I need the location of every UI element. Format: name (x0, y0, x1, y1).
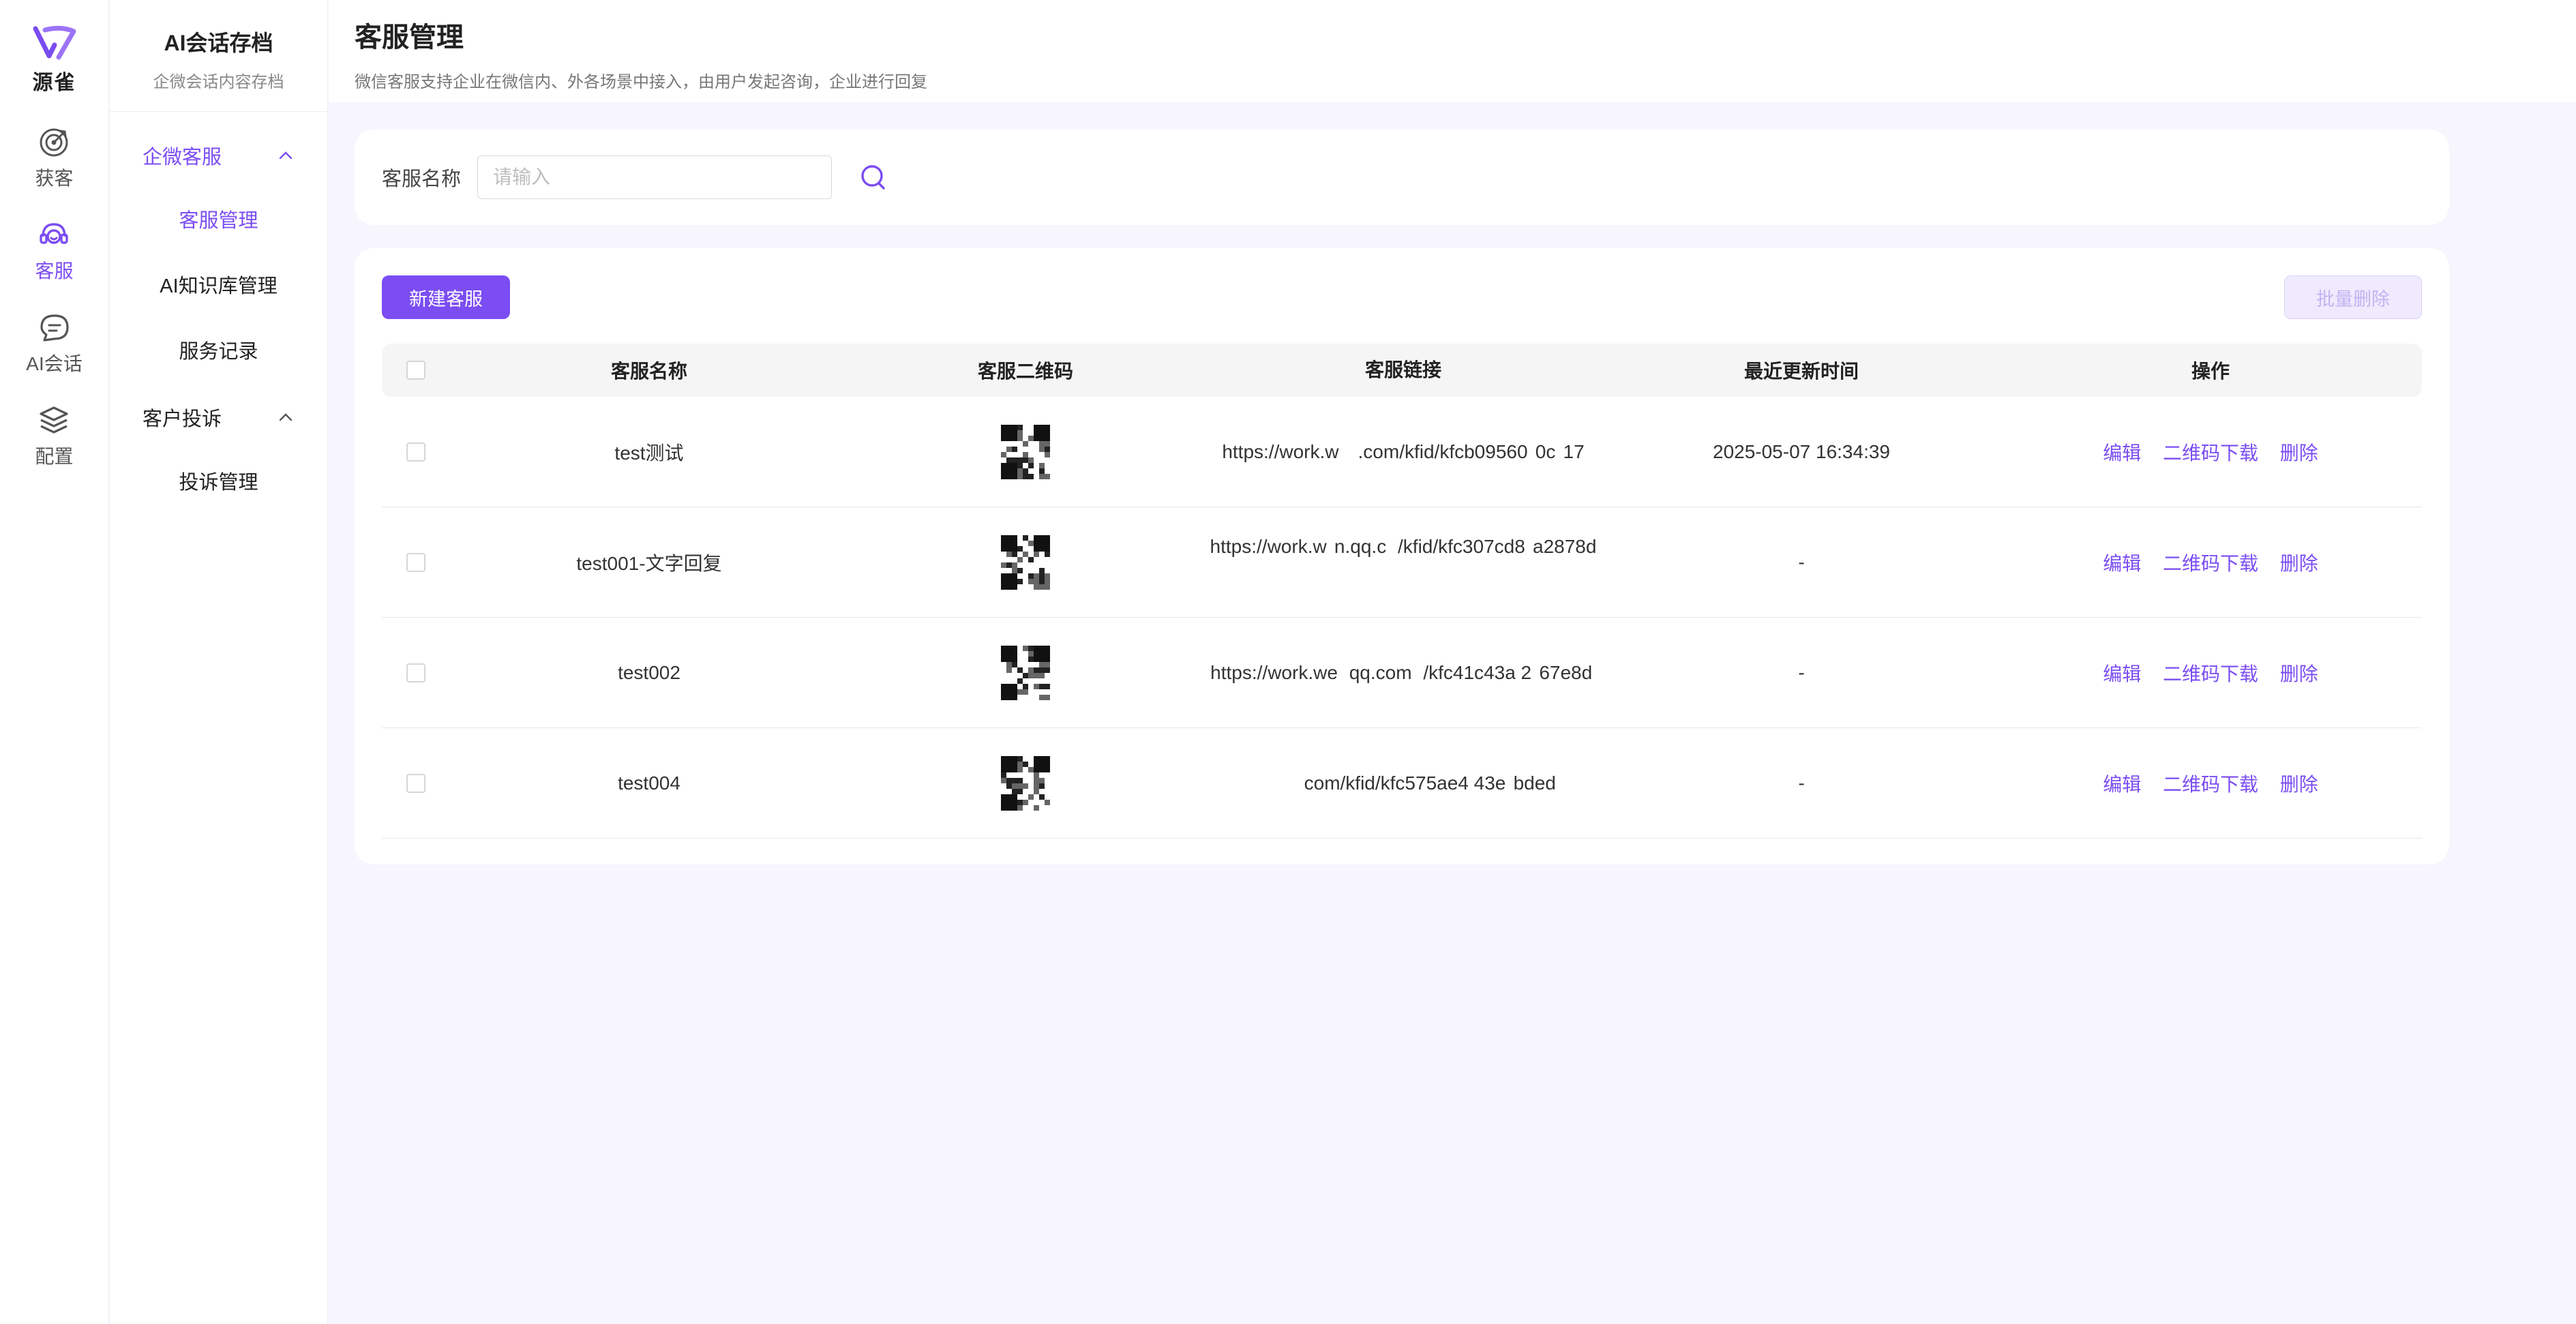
table-card: 新建客服 批量删除 客服名称 客服二维码 客服链接 最近更新时间 操作 test… (355, 248, 2449, 864)
page-header: 客服管理 微信客服支持企业在微信内、外各场景中接入，由用户发起咨询，企业进行回复 (329, 0, 2576, 102)
row-checkbox[interactable] (406, 442, 425, 462)
qr-download-button[interactable]: 二维码下载 (2163, 663, 2258, 684)
rail-item-ai-chat[interactable]: AI会话 (26, 311, 83, 376)
rail-item-acquire[interactable]: 获客 (35, 125, 74, 191)
qr-code-icon[interactable] (998, 753, 1053, 813)
search-button[interactable] (856, 161, 889, 194)
submenu-subtitle: 企微会话内容存档 (153, 73, 284, 91)
row-name: test002 (618, 661, 680, 683)
row-checkbox[interactable] (406, 552, 425, 572)
column-header-name: 客服名称 (610, 361, 687, 382)
row-actions: 编辑 二维码下载 删除 (1999, 770, 2422, 797)
qr-download-button[interactable]: 二维码下载 (2163, 774, 2258, 795)
table-row: test002 https://work.we qq.com /kfc41c43… (382, 618, 2422, 728)
search-icon (861, 165, 885, 190)
edit-button[interactable]: 编辑 (2103, 553, 2141, 574)
row-updated-time: 2025-05-07 16:34:39 (1713, 440, 1890, 462)
row-link: https://work.we qq.com /kfc41c43a 2 67e8… (1210, 661, 1596, 683)
row-checkbox[interactable] (406, 773, 425, 793)
rail-label-service: 客服 (35, 260, 74, 282)
icon-rail: 源雀 获客 客服 AI会话 配置 (0, 0, 109, 1324)
menu-item-service-management[interactable]: 客服管理 (110, 188, 327, 254)
row-updated-time: - (1798, 551, 1805, 573)
column-header-qr: 客服二维码 (977, 361, 1073, 382)
search-label: 客服名称 (382, 168, 462, 190)
row-name: test001-文字回复 (576, 552, 722, 574)
brand-logo-icon (33, 25, 76, 60)
rail-label-config: 配置 (35, 446, 74, 467)
page-description: 微信客服支持企业在微信内、外各场景中接入，由用户发起咨询，企业进行回复 (355, 73, 927, 91)
select-all-checkbox[interactable] (406, 361, 425, 380)
row-updated-time: - (1798, 772, 1805, 794)
row-name: test004 (618, 772, 680, 794)
qr-download-button[interactable]: 二维码下载 (2163, 553, 2258, 574)
submenu-title: AI会话存档 (164, 31, 273, 55)
edit-button[interactable]: 编辑 (2103, 774, 2141, 795)
rail-item-config[interactable]: 配置 (35, 404, 74, 469)
rail-item-service[interactable]: 客服 (35, 218, 74, 284)
row-actions: 编辑 二维码下载 删除 (1999, 549, 2422, 576)
qr-code-icon[interactable] (998, 643, 1053, 703)
edit-button[interactable]: 编辑 (2103, 663, 2141, 684)
table-toolbar: 新建客服 批量删除 (382, 275, 2422, 319)
delete-button[interactable]: 删除 (2280, 663, 2318, 684)
chevron-up-icon (279, 151, 293, 160)
delete-button[interactable]: 删除 (2280, 442, 2318, 464)
submenu-header: AI会话存档 企微会话内容存档 (110, 0, 327, 112)
row-actions: 编辑 二维码下载 删除 (1999, 659, 2422, 687)
menu-group-complaints[interactable]: 客户投诉 (110, 385, 327, 450)
table-header: 客服名称 客服二维码 客服链接 最近更新时间 操作 (382, 344, 2422, 397)
delete-button[interactable]: 删除 (2280, 553, 2318, 574)
row-link: com/kfid/kfc575ae4 43e bded (1250, 772, 1556, 794)
table-row: test004 com/kfid/kfc575ae4 43e bded - 编辑… (382, 728, 2422, 839)
layers-icon (40, 406, 69, 434)
column-header-updated: 最近更新时间 (1743, 361, 1859, 382)
batch-delete-button[interactable]: 批量删除 (2284, 275, 2422, 319)
delete-button[interactable]: 删除 (2280, 774, 2318, 795)
qr-download-button[interactable]: 二维码下载 (2163, 442, 2258, 464)
chat-bubble-icon (40, 314, 69, 342)
menu-item-ai-knowledge-base[interactable]: AI知识库管理 (110, 254, 327, 319)
row-actions: 编辑 二维码下载 删除 (1999, 438, 2422, 466)
search-input[interactable] (477, 155, 833, 199)
brand-name: 源雀 (32, 72, 76, 94)
service-table: 客服名称 客服二维码 客服链接 最近更新时间 操作 test测试 https:/… (382, 344, 2422, 839)
rail-label-ai-chat: AI会话 (26, 353, 83, 374)
row-link: https://work.w .com/kfid/kfcb09560 0c 17 (1222, 440, 1585, 462)
menu-item-service-records[interactable]: 服务记录 (110, 319, 327, 385)
brand-logo[interactable]: 源雀 (31, 25, 78, 95)
table-row: test测试 https://work.w .com/kfid/kfcb0956… (382, 397, 2422, 507)
row-updated-time: - (1798, 661, 1805, 683)
chevron-up-icon (279, 413, 293, 421)
qr-code-icon[interactable] (998, 532, 1053, 592)
column-header-actions: 操作 (2191, 361, 2230, 382)
table-row: test001-文字回复 https://work.w n.qq.c /kfid… (382, 507, 2422, 618)
edit-button[interactable]: 编辑 (2103, 442, 2141, 464)
menu-group-label: 企微客服 (143, 147, 222, 168)
column-header-link: 客服链接 (1364, 359, 1441, 380)
new-service-button[interactable]: 新建客服 (382, 275, 510, 319)
menu-group-wecom-service[interactable]: 企微客服 (110, 123, 327, 188)
qr-code-icon[interactable] (998, 422, 1053, 482)
menu-group-label: 客户投诉 (143, 408, 222, 430)
main-content: 客服管理 微信客服支持企业在微信内、外各场景中接入，由用户发起咨询，企业进行回复… (329, 0, 2576, 1324)
target-icon (40, 128, 68, 157)
row-name: test测试 (614, 442, 684, 464)
search-card: 客服名称 (355, 130, 2449, 225)
page-title: 客服管理 (355, 22, 464, 52)
secondary-menu: AI会话存档 企微会话内容存档 企微客服 客服管理 AI知识库管理 服务记录 客… (110, 0, 328, 1324)
rail-label-acquire: 获客 (35, 168, 74, 189)
menu-item-complaint-management[interactable]: 投诉管理 (110, 450, 327, 515)
row-checkbox[interactable] (406, 663, 425, 682)
headset-icon (40, 223, 69, 244)
row-link: https://work.w n.qq.c /kfid/kfc307cd8 a2… (1210, 535, 1597, 588)
